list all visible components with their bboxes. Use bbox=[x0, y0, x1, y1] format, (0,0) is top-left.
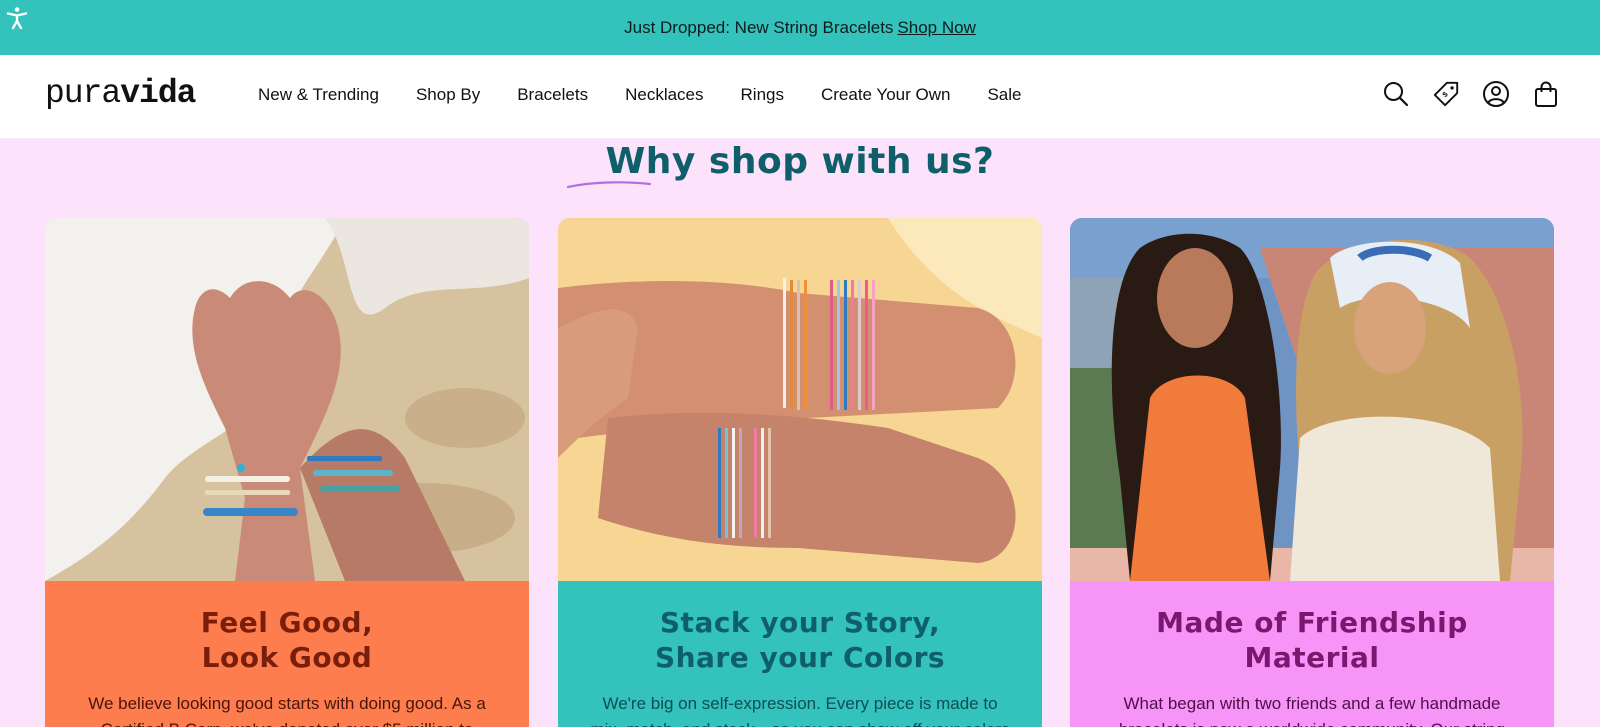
card-stack-your-story: Stack your Story, Share your Colors We'r… bbox=[558, 218, 1042, 727]
logo-text-bold: vida bbox=[120, 75, 196, 112]
rewards-tag-icon[interactable]: $ bbox=[1432, 79, 1460, 109]
card-text-line2: Certified B Corp, we've donated over $5 … bbox=[73, 717, 501, 727]
announcement-bar: Just Dropped: New String Bracelets Shop … bbox=[0, 0, 1600, 55]
card-body: Feel Good, Look Good We believe looking … bbox=[45, 581, 529, 727]
card-heading-line2: Share your Colors bbox=[654, 641, 946, 674]
card-heading-line1: Stack your Story, bbox=[659, 606, 941, 639]
card-heading-line2: Look Good bbox=[201, 641, 373, 674]
nav-bracelets[interactable]: Bracelets bbox=[517, 85, 588, 105]
accessibility-icon[interactable] bbox=[4, 5, 30, 31]
hands-bracelets-ocean-image bbox=[45, 218, 529, 581]
main-nav: New & Trending Shop By Bracelets Necklac… bbox=[258, 85, 1058, 105]
card-description: What began with two friends and a few ha… bbox=[1098, 691, 1526, 727]
account-icon[interactable] bbox=[1482, 79, 1510, 109]
card-body: Stack your Story, Share your Colors We'r… bbox=[558, 581, 1042, 727]
card-heading: Stack your Story, Share your Colors bbox=[586, 605, 1014, 675]
site-header: puravida New & Trending Shop By Bracelet… bbox=[0, 55, 1600, 138]
nav-sale[interactable]: Sale bbox=[987, 85, 1021, 105]
nav-shop-by[interactable]: Shop By bbox=[416, 85, 480, 105]
nav-necklaces[interactable]: Necklaces bbox=[625, 85, 703, 105]
card-friendship-material: Made of Friendship Material What began w… bbox=[1070, 218, 1554, 727]
card-description: We believe looking good starts with doin… bbox=[73, 691, 501, 727]
nav-new-trending[interactable]: New & Trending bbox=[258, 85, 379, 105]
card-text-line2: bracelets is now a worldwide community. … bbox=[1098, 717, 1526, 727]
card-text-line1: We're big on self-expression. Every piec… bbox=[602, 694, 998, 713]
svg-text:$: $ bbox=[1441, 89, 1451, 99]
two-friends-laughing-image bbox=[1070, 218, 1554, 581]
stacked-bracelets-arms-image bbox=[558, 218, 1042, 581]
card-feel-good: Feel Good, Look Good We believe looking … bbox=[45, 218, 529, 727]
card-heading: Feel Good, Look Good bbox=[73, 605, 501, 675]
header-icons: $ bbox=[1382, 79, 1560, 109]
card-heading-line2: Material bbox=[1244, 641, 1380, 674]
puravida-logo[interactable]: puravida bbox=[45, 75, 196, 112]
card-text-line1: We believe looking good starts with doin… bbox=[88, 694, 486, 713]
section-title: Why shop with us? bbox=[605, 141, 995, 182]
logo-text-light: pura bbox=[45, 75, 121, 112]
shop-now-link[interactable]: Shop Now bbox=[897, 18, 975, 38]
card-heading-line1: Feel Good, bbox=[200, 606, 374, 639]
nav-create-your-own[interactable]: Create Your Own bbox=[821, 85, 950, 105]
search-icon[interactable] bbox=[1382, 79, 1410, 109]
card-description: We're big on self-expression. Every piec… bbox=[586, 691, 1014, 727]
card-text-line2: mix, match, and stack—so you can show of… bbox=[586, 717, 1014, 727]
announcement-text: Just Dropped: New String Bracelets bbox=[624, 17, 894, 37]
card-body: Made of Friendship Material What began w… bbox=[1070, 581, 1554, 727]
card-text-line1: What began with two friends and a few ha… bbox=[1123, 694, 1501, 713]
nav-rings[interactable]: Rings bbox=[741, 85, 784, 105]
cart-bag-icon[interactable] bbox=[1532, 79, 1560, 109]
card-heading: Made of Friendship Material bbox=[1098, 605, 1526, 675]
title-underline-swoosh bbox=[566, 181, 652, 189]
card-heading-line1: Made of Friendship bbox=[1156, 606, 1468, 639]
